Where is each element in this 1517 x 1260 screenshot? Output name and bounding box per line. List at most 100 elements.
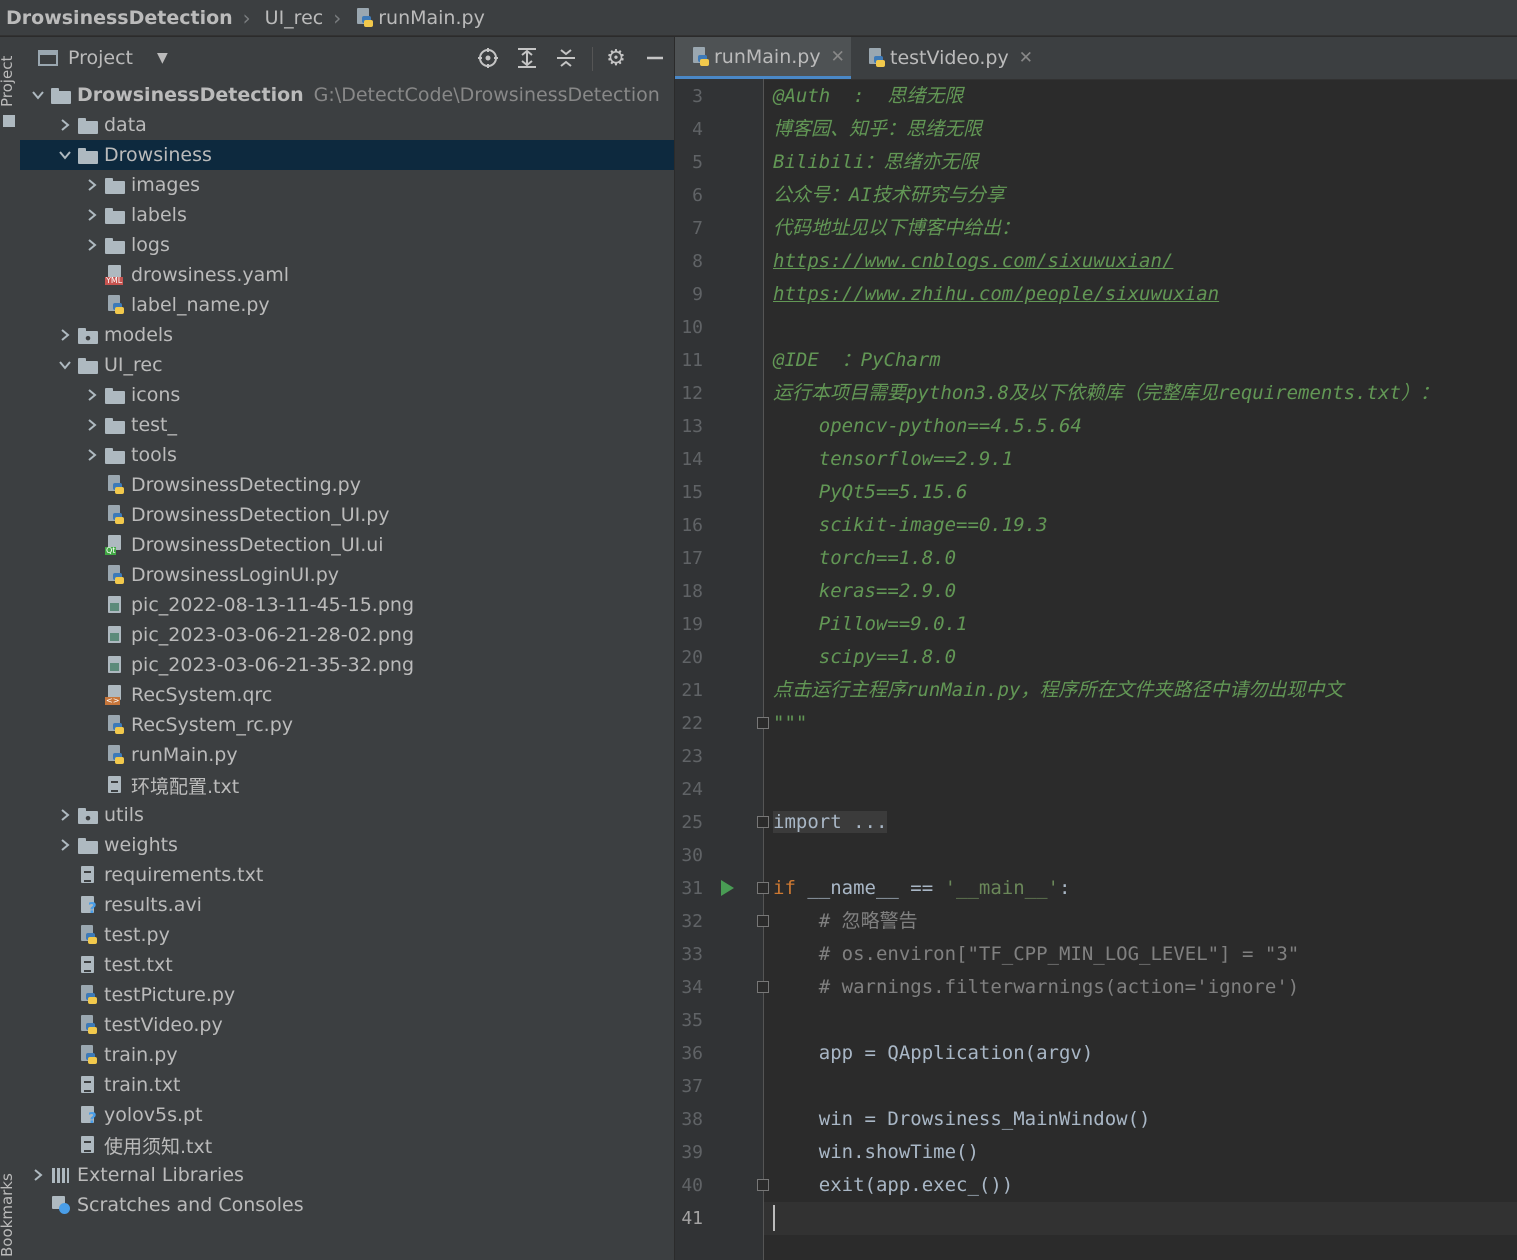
folded-imports[interactable]: import ...	[773, 811, 888, 833]
tree-item-runmain-py[interactable]: runMain.py	[20, 740, 674, 770]
hide-panel-icon[interactable]	[642, 45, 668, 71]
tree-item-drowsinessdetection[interactable]: DrowsinessDetection G:\DetectCode\Drowsin…	[20, 80, 674, 110]
code-line[interactable]: import ...	[773, 806, 888, 839]
tree-item-drowsinessdetection-ui-py[interactable]: DrowsinessDetection_UI.py	[20, 500, 674, 530]
chevron-down-icon[interactable]	[53, 358, 77, 372]
chevron-right-icon[interactable]	[80, 178, 104, 192]
code-line[interactable]: torch==1.8.0	[773, 542, 956, 575]
code-line[interactable]: exit(app.exec_())	[773, 1169, 1013, 1202]
tree-item-weights[interactable]: weights	[20, 830, 674, 860]
breadcrumb-folder[interactable]: UI_rec	[259, 7, 324, 29]
code-line[interactable]: win = Drowsiness_MainWindow()	[773, 1103, 1151, 1136]
breadcrumb-project[interactable]: DrowsinessDetection	[0, 7, 233, 29]
chevron-right-icon[interactable]	[53, 838, 77, 852]
code-line[interactable]: app = QApplication(argv)	[773, 1037, 1094, 1070]
project-view-selector[interactable]: Project ▼	[38, 47, 168, 69]
fold-marker-icon[interactable]	[757, 915, 769, 927]
run-gutter-icon[interactable]	[721, 880, 734, 896]
chevron-right-icon[interactable]	[80, 208, 104, 222]
code-line[interactable]: 点击运行主程序runMain.py，程序所在文件夹路径中请勿出现中文	[773, 674, 1343, 707]
tree-item-test-txt[interactable]: test.txt	[20, 950, 674, 980]
gear-icon[interactable]: ⚙	[603, 45, 629, 71]
tree-item-pic-2023-03-06-21-28-02-png[interactable]: pic_2023-03-06-21-28-02.png	[20, 620, 674, 650]
code-line[interactable]: @IDE ：PyCharm	[773, 344, 941, 377]
collapse-all-icon[interactable]	[553, 45, 579, 71]
chevron-right-icon[interactable]	[53, 808, 77, 822]
tree-item-data[interactable]: data	[20, 110, 674, 140]
chevron-right-icon[interactable]	[26, 1168, 50, 1182]
code-line[interactable]: tensorflow==2.9.1	[773, 443, 1013, 476]
tree-item-scratches-and-consoles[interactable]: Scratches and Consoles	[20, 1190, 674, 1220]
tree-item-pic-2022-08-13-11-45-15-png[interactable]: pic_2022-08-13-11-45-15.png	[20, 590, 674, 620]
chevron-right-icon[interactable]	[53, 328, 77, 342]
tree-item-testpicture-py[interactable]: testPicture.py	[20, 980, 674, 1010]
tree-item-icons[interactable]: icons	[20, 380, 674, 410]
tree-item-环境配置-txt[interactable]: 环境配置.txt	[20, 770, 674, 800]
fold-marker-icon[interactable]	[757, 816, 769, 828]
tree-item-drowsinessdetecting-py[interactable]: DrowsinessDetecting.py	[20, 470, 674, 500]
breadcrumb-file[interactable]: runMain.py	[349, 7, 485, 29]
fold-marker-icon[interactable]	[757, 981, 769, 993]
tree-item-test-[interactable]: test_	[20, 410, 674, 440]
tree-item-drowsinessdetection-ui-ui[interactable]: Qt DrowsinessDetection_UI.ui	[20, 530, 674, 560]
code-line[interactable]: Bilibili：思绪亦无限	[773, 146, 979, 179]
code-line[interactable]: """	[773, 707, 807, 740]
chevron-down-icon[interactable]	[26, 88, 50, 102]
code-line[interactable]: opencv-python==4.5.5.64	[773, 410, 1082, 443]
code-line[interactable]: scipy==1.8.0	[773, 641, 956, 674]
bookmarks-tool-tab[interactable]: Bookmarks	[0, 1173, 16, 1257]
tree-item-train-txt[interactable]: train.txt	[20, 1070, 674, 1100]
tree-item-logs[interactable]: logs	[20, 230, 674, 260]
tree-item-使用须知-txt[interactable]: 使用须知.txt	[20, 1130, 674, 1160]
tree-item-drowsiness-yaml[interactable]: YML drowsiness.yaml	[20, 260, 674, 290]
tab-testvideo[interactable]: testVideo.py ✕	[851, 37, 1033, 79]
tree-item-testvideo-py[interactable]: testVideo.py	[20, 1010, 674, 1040]
tree-item-recsystem-rc-py[interactable]: RecSystem_rc.py	[20, 710, 674, 740]
code-line[interactable]: https://www.zhihu.com/people/sixuwuxian	[773, 278, 1219, 311]
chevron-right-icon[interactable]	[53, 118, 77, 132]
code-line[interactable]: PyQt5==5.15.6	[773, 476, 968, 509]
tree-item-yolov5s-pt[interactable]: yolov5s.pt	[20, 1100, 674, 1130]
code-line[interactable]: scikit-image==0.19.3	[773, 509, 1048, 542]
locate-file-icon[interactable]	[475, 45, 501, 71]
code-line[interactable]: if __name__ == '__main__':	[773, 872, 1070, 905]
code-line[interactable]: keras==2.9.0	[773, 575, 956, 608]
code-line[interactable]: 运行本项目需要python3.8及以下依赖库（完整库见requirements.…	[773, 377, 1439, 410]
code-line[interactable]: 博客园、知乎：思绪无限	[773, 113, 982, 146]
code-line[interactable]: # 忽略警告	[773, 905, 918, 938]
tree-item-utils[interactable]: utils	[20, 800, 674, 830]
chevron-right-icon[interactable]	[80, 418, 104, 432]
tree-item-requirements-txt[interactable]: requirements.txt	[20, 860, 674, 890]
tree-item-results-avi[interactable]: results.avi	[20, 890, 674, 920]
tree-item-drowsinessloginui-py[interactable]: DrowsinessLoginUI.py	[20, 560, 674, 590]
tree-item-drowsiness[interactable]: Drowsiness	[20, 140, 674, 170]
chevron-right-icon[interactable]	[80, 238, 104, 252]
fold-marker-icon[interactable]	[757, 882, 769, 894]
tree-item-pic-2023-03-06-21-35-32-png[interactable]: pic_2023-03-06-21-35-32.png	[20, 650, 674, 680]
code-line[interactable]: 公众号：AI技术研究与分享	[773, 179, 1005, 212]
code-line[interactable]: Pillow==9.0.1	[773, 608, 968, 641]
project-tool-tab[interactable]: Project	[0, 56, 16, 107]
tree-item-images[interactable]: images	[20, 170, 674, 200]
tree-item-ui-rec[interactable]: UI_rec	[20, 350, 674, 380]
tree-item-labels[interactable]: labels	[20, 200, 674, 230]
code-line[interactable]: 代码地址见以下博客中给出：	[773, 212, 1020, 245]
code-line[interactable]: # os.environ["TF_CPP_MIN_LOG_LEVEL"] = "…	[773, 938, 1299, 971]
tree-item-models[interactable]: models	[20, 320, 674, 350]
code-line[interactable]: https://www.cnblogs.com/sixuwuxian/	[773, 245, 1173, 278]
tree-item-train-py[interactable]: train.py	[20, 1040, 674, 1070]
tree-item-recsystem-qrc[interactable]: <> RecSystem.qrc	[20, 680, 674, 710]
fold-marker-icon[interactable]	[757, 1179, 769, 1191]
close-icon[interactable]: ✕	[831, 47, 845, 67]
expand-all-icon[interactable]	[514, 45, 540, 71]
chevron-right-icon[interactable]	[80, 388, 104, 402]
chevron-right-icon[interactable]	[80, 448, 104, 462]
code-line[interactable]: # warnings.filterwarnings(action='ignore…	[773, 971, 1299, 1004]
chevron-down-icon[interactable]	[53, 148, 77, 162]
tree-item-external-libraries[interactable]: External Libraries	[20, 1160, 674, 1190]
tab-runmain[interactable]: runMain.py ✕	[675, 37, 851, 79]
fold-marker-icon[interactable]	[757, 717, 769, 729]
tree-item-tools[interactable]: tools	[20, 440, 674, 470]
tree-item-test-py[interactable]: test.py	[20, 920, 674, 950]
close-icon[interactable]: ✕	[1019, 48, 1033, 68]
